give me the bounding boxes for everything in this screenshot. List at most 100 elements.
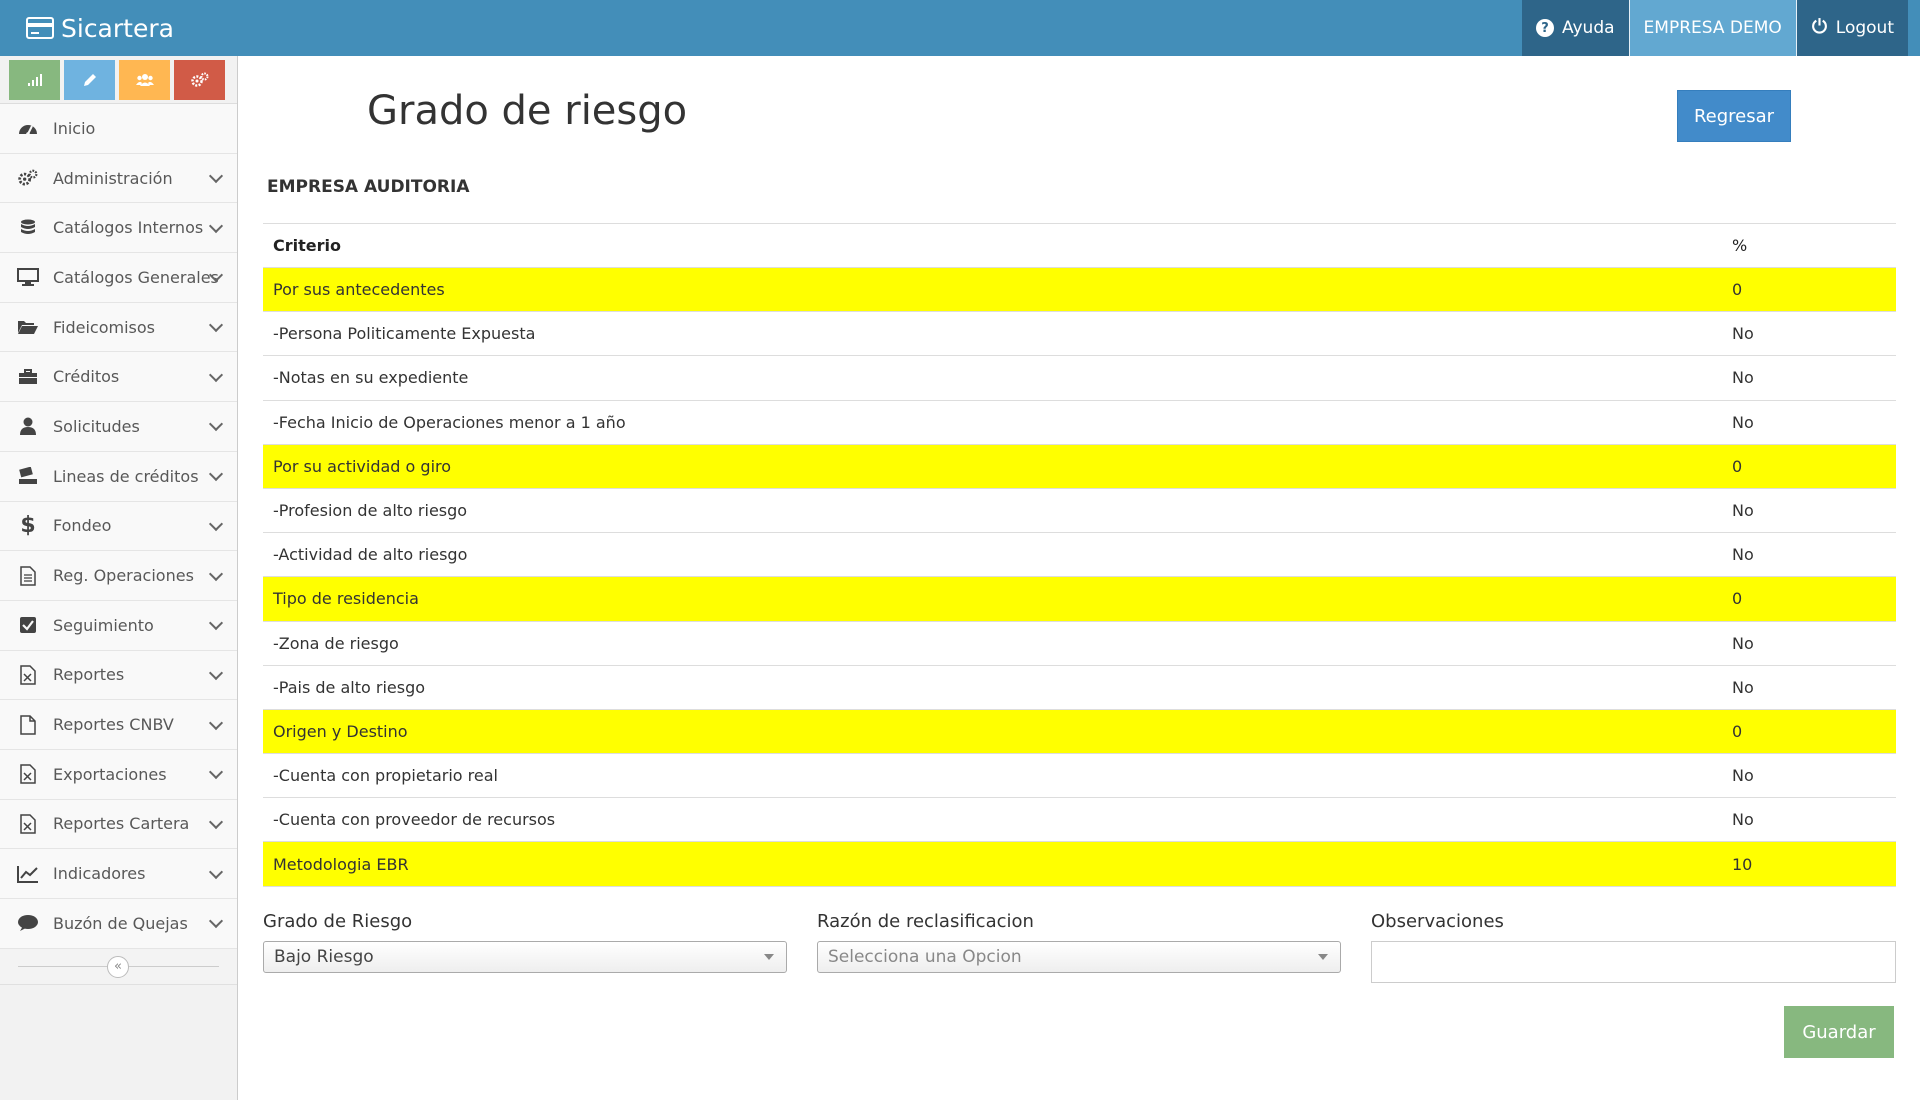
sidebar-shortcuts [0,56,237,104]
navbar-right: ? Ayuda EMPRESA DEMO Logout [1522,0,1908,56]
sidebar-item-label: Reportes [53,665,125,685]
signal-icon [27,73,42,86]
briefcase-icon [15,368,41,385]
desktop-icon [15,268,41,287]
chevron-down-icon [208,665,224,680]
criterion-cell: Tipo de residencia [263,576,1732,622]
top-navbar: Sicartera ? Ayuda EMPRESA DEMO Logout [0,0,1920,56]
cogs-icon [190,72,208,87]
value-cell: No [1732,311,1896,357]
chevron-down-icon [208,467,224,482]
risk-grade-select[interactable]: Bajo Riesgo [263,941,787,973]
sidebar-collapse-button[interactable]: « [107,955,129,978]
sidebar-item-solicitudes[interactable]: Solicitudes [0,402,237,452]
sidebar-item-label: Administración [53,168,173,188]
chevron-down-icon [208,864,224,879]
observations-group: Observaciones [1371,911,1896,983]
sidebar-item-creditos[interactable]: Créditos [0,352,237,403]
power-icon [1811,17,1828,39]
shortcut-cogs-button[interactable] [174,59,225,100]
folder-open-icon [15,319,41,335]
logout-label: Logout [1835,18,1894,38]
chevron-down-icon [208,318,224,333]
user-icon [15,417,41,436]
help-link[interactable]: ? Ayuda [1522,0,1629,56]
question-circle-icon: ? [1536,19,1555,37]
criterion-cell: -Profesion de alto riesgo [263,488,1732,534]
brand-logo[interactable]: Sicartera [26,0,174,56]
sidebar-item-label: Fondeo [53,516,112,536]
sidebar-item-exportaciones[interactable]: Exportaciones [0,749,237,800]
sidebar-item-reportes-cnbv[interactable]: Reportes CNBV [0,700,237,750]
reclassification-group: Razón de reclasificacion Selecciona una … [817,911,1341,973]
sidebar-item-buzon-de-quejas[interactable]: Buzón de Quejas [0,899,237,949]
credit-card-icon [26,17,54,39]
line-chart-icon [15,865,41,883]
value-cell: 0 [1732,267,1896,313]
sidebar-item-inicio[interactable]: Inicio [0,104,237,154]
back-button[interactable]: Regresar [1677,90,1791,142]
sidebar-item-label: Catálogos Internos [53,218,204,238]
criterion-column-header: Criterio [263,223,1732,268]
inbox-icon [15,467,41,485]
sidebar-item-reg-operaciones[interactable]: Reg. Operaciones [0,551,237,601]
sidebar-item-indicadores[interactable]: Indicadores [0,849,237,899]
risk-grade-value: Bajo Riesgo [274,947,374,967]
sidebar-item-catalogos-generales[interactable]: Catálogos Generales [0,253,237,303]
save-button[interactable]: Guardar [1784,1006,1894,1058]
observations-textarea[interactable] [1371,941,1896,983]
sidebar-item-label: Lineas de créditos [53,466,199,486]
chevron-down-icon [208,765,224,780]
sidebar-item-fideicomisos[interactable]: Fideicomisos [0,302,237,353]
risk-criteria-table: Criterio % Por sus antecedentes 0 -Persona… [263,223,1896,887]
sidebar-item-label: Reportes CNBV [53,715,174,735]
chevron-down-icon [208,566,224,581]
table-row: Tipo de residencia 0 [263,576,1896,622]
value-cell: 10 [1732,841,1896,887]
sidebar-item-reportes[interactable]: Reportes [0,650,237,701]
chevron-down-icon [208,616,224,631]
table-row: Por su actividad o giro 0 [263,444,1896,489]
reclassification-select[interactable]: Selecciona una Opcion [817,941,1341,973]
criterion-cell: Origen y Destino [263,709,1732,755]
sidebar-item-catalogos-internos[interactable]: Catálogos Internos [0,203,237,254]
shortcut-pencil-button[interactable] [64,59,115,100]
table-row: -Persona Politicamente Expuesta No [263,311,1896,357]
shortcut-users-button[interactable] [119,59,170,100]
chevron-down-icon [208,814,224,830]
value-cell: No [1732,532,1896,578]
double-chevron-left-icon: « [114,959,122,975]
criterion-cell: -Fecha Inicio de Operaciones menor a 1 a… [263,400,1732,445]
sidebar-item-lineas-de-creditos[interactable]: Lineas de créditos [0,451,237,502]
sidebar-item-reportes-cartera[interactable]: Reportes Cartera [0,799,237,850]
logout-link[interactable]: Logout [1795,0,1908,56]
value-cell: 0 [1732,709,1896,755]
dashboard-icon [15,120,41,137]
reclassification-placeholder: Selecciona una Opcion [828,947,1022,967]
sidebar-item-label: Créditos [53,367,120,387]
table-row: Origen y Destino 0 [263,709,1896,755]
sidebar-item-seguimiento[interactable]: Seguimiento [0,600,237,651]
sidebar-item-fondeo[interactable]: $ Fondeo [0,501,237,552]
value-cell: 0 [1732,576,1896,622]
page-title: Grado de riesgo [367,88,688,134]
company-selector[interactable]: EMPRESA DEMO [1628,0,1796,56]
cogs-icon [15,169,41,187]
file-excel-icon [15,764,41,785]
caret-down-icon [1318,954,1328,960]
file-text-icon [15,565,41,586]
company-name: EMPRESA DEMO [1643,18,1782,38]
value-cell: 0 [1732,444,1896,489]
chevron-down-icon [208,516,224,531]
sidebar-item-label: Solicitudes [53,416,140,436]
risk-table-body: Por sus antecedentes 0 -Persona Politicame… [263,267,1896,887]
file-excel-icon [15,814,41,834]
sidebar-item-administracion[interactable]: Administración [0,153,237,204]
shortcut-signal-button[interactable] [9,59,60,100]
brand-name: Sicartera [61,13,174,43]
risk-grade-group: Grado de Riesgo Bajo Riesgo [263,911,787,973]
sidebar-item-label: Inicio [53,118,96,138]
file-excel-icon [15,665,41,685]
pencil-icon [83,73,96,86]
chevron-down-icon [208,417,224,432]
